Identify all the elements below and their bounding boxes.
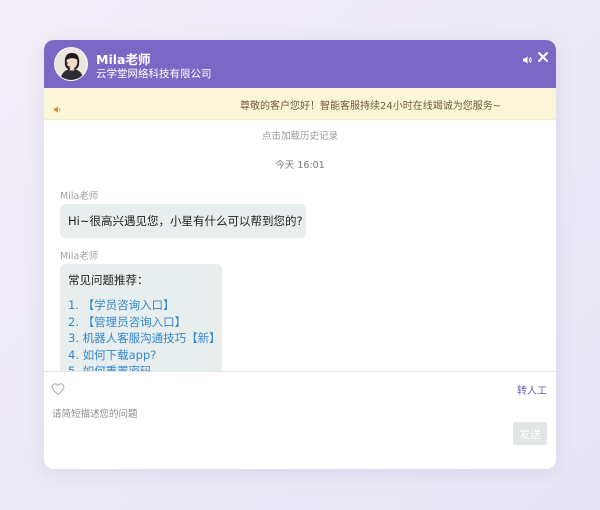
message-timestamp: 今天 16:01 bbox=[275, 160, 325, 171]
speaker-icon[interactable] bbox=[522, 50, 532, 64]
composer: 转人工 发送 bbox=[44, 371, 556, 469]
load-history-link[interactable]: 点击加载历史记录 bbox=[44, 128, 556, 142]
faq-bubble: 常见问题推荐： 1. 【学员咨询入口】 2. 【管理员咨询入口】 3. 机器人客… bbox=[60, 264, 222, 371]
notice-bar: 尊敬的客户您好！智能客服持续24小时在线竭诚为您服务~ bbox=[44, 88, 556, 120]
notice-text: 尊敬的客户您好！智能客服持续24小时在线竭诚为您服务~ bbox=[240, 101, 502, 112]
faq-title: 常见问题推荐： bbox=[68, 273, 149, 287]
faq-item-bot-tips[interactable]: 3. 机器人客服沟通技巧【新】 bbox=[68, 330, 221, 347]
faq-item-reset-password[interactable]: 5. 如何重置密码 bbox=[68, 363, 214, 371]
chat-window: Mila老师 云学堂网络科技有限公司 尊敬的客户您好！智能客服持续24小时在线竭… bbox=[44, 40, 556, 469]
transfer-to-human-button[interactable]: 转人工 bbox=[517, 382, 547, 397]
agent-company: 云学堂网络科技有限公司 bbox=[96, 68, 212, 80]
close-icon[interactable] bbox=[537, 48, 549, 62]
message-bubble: Hi~很高兴遇见您，小星有什么可以帮到您的? bbox=[60, 204, 306, 238]
heart-icon[interactable] bbox=[51, 381, 65, 396]
faq-item-admin[interactable]: 2. 【管理员咨询入口】 bbox=[68, 314, 214, 331]
message-list[interactable]: 点击加载历史记录 今天 16:01 Mila老师 Hi~很高兴遇见您，小星有什么… bbox=[44, 120, 556, 371]
speaker-icon bbox=[53, 99, 62, 113]
message-input[interactable] bbox=[52, 404, 548, 424]
agent-avatar bbox=[54, 47, 88, 81]
message-sender: Mila老师 bbox=[60, 191, 99, 202]
send-button[interactable]: 发送 bbox=[513, 422, 547, 445]
faq-item-download-app[interactable]: 4. 如何下载app? bbox=[68, 347, 214, 364]
message-sender: Mila老师 bbox=[60, 251, 99, 262]
chat-header: Mila老师 云学堂网络科技有限公司 bbox=[44, 40, 556, 88]
faq-item-student[interactable]: 1. 【学员咨询入口】 bbox=[68, 297, 214, 314]
